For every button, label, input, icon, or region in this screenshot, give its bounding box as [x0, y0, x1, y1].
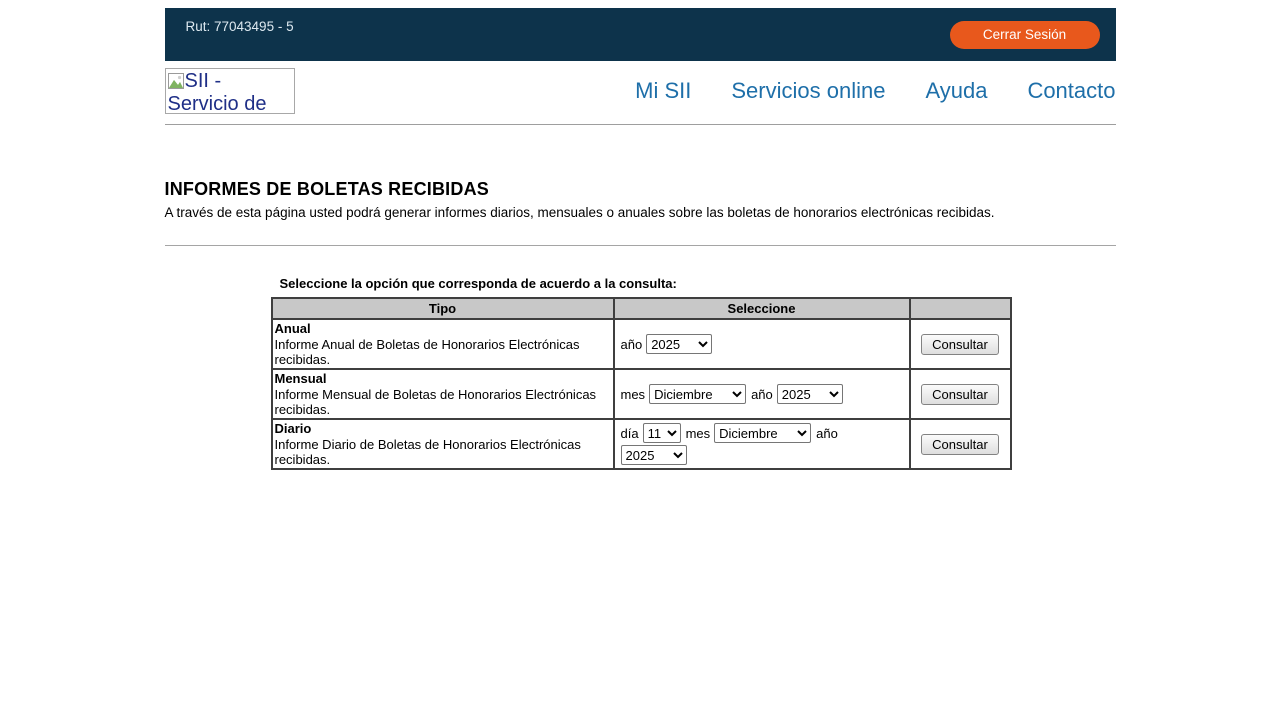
- table-header-row: Tipo Seleccione: [272, 298, 1011, 319]
- page-description: A través de esta página usted podrá gene…: [165, 205, 1116, 220]
- consulta-section: Seleccione la opción que corresponda de …: [271, 276, 1010, 470]
- site-header: SII - Servicio de Mi SII Servicios onlin…: [165, 68, 1116, 114]
- row-description: Informe Anual de Boletas de Honorarios E…: [275, 337, 580, 367]
- column-header-tipo: Tipo: [272, 298, 614, 319]
- table-row-anual: Anual Informe Anual de Boletas de Honora…: [272, 319, 1011, 369]
- mensual-consultar-button[interactable]: Consultar: [921, 384, 999, 405]
- row-type-label: Mensual: [275, 371, 610, 386]
- mensual-year-select[interactable]: 2025: [777, 384, 843, 404]
- page-container: Rut: 77043495 - 5 Cerrar Sesión SII - Se…: [165, 0, 1116, 470]
- table-row-mensual: Mensual Informe Mensual de Boletas de Ho…: [272, 369, 1011, 419]
- page-title: INFORMES DE BOLETAS RECIBIDAS: [165, 179, 1116, 200]
- anio-label: año: [816, 426, 838, 441]
- section-divider: [165, 245, 1116, 246]
- anual-year-select[interactable]: 2025: [646, 334, 712, 354]
- cerrar-sesion-button[interactable]: Cerrar Sesión: [950, 21, 1100, 49]
- row-type-label: Anual: [275, 321, 610, 336]
- table-row-diario: Diario Informe Diario de Boletas de Hono…: [272, 419, 1011, 469]
- anio-label: año: [621, 337, 643, 352]
- anual-consultar-button[interactable]: Consultar: [921, 334, 999, 355]
- header-divider: [165, 124, 1116, 125]
- column-header-seleccione: Seleccione: [614, 298, 910, 319]
- main-content: INFORMES DE BOLETAS RECIBIDAS A través d…: [165, 179, 1116, 470]
- mensual-month-select[interactable]: Diciembre: [649, 384, 746, 404]
- mes-label: mes: [686, 426, 711, 441]
- session-bar: Rut: 77043495 - 5 Cerrar Sesión: [165, 8, 1116, 61]
- anio-label: año: [751, 387, 773, 402]
- rut-label: Rut: 77043495 - 5: [186, 19, 294, 34]
- column-header-empty: [910, 298, 1011, 319]
- broken-image-icon: [168, 73, 184, 89]
- sii-logo-broken-image[interactable]: SII - Servicio de: [165, 68, 295, 114]
- nav-item-mi-sii[interactable]: Mi SII: [635, 78, 691, 104]
- nav-item-ayuda[interactable]: Ayuda: [925, 78, 987, 104]
- table-caption: Seleccione la opción que corresponda de …: [280, 276, 1010, 291]
- row-description: Informe Mensual de Boletas de Honorarios…: [275, 387, 597, 417]
- mes-label: mes: [621, 387, 646, 402]
- dia-label: día: [621, 426, 639, 441]
- nav-item-contacto[interactable]: Contacto: [1027, 78, 1115, 104]
- row-type-label: Diario: [275, 421, 610, 436]
- nav-item-servicios-online[interactable]: Servicios online: [731, 78, 885, 104]
- diario-consultar-button[interactable]: Consultar: [921, 434, 999, 455]
- diario-month-select[interactable]: Diciembre: [714, 423, 811, 443]
- diario-day-select[interactable]: 11: [643, 423, 681, 443]
- diario-year-select[interactable]: 2025: [621, 445, 687, 465]
- row-description: Informe Diario de Boletas de Honorarios …: [275, 437, 581, 467]
- informes-table: Tipo Seleccione Anual Informe Anual de B…: [271, 297, 1012, 470]
- main-nav: Mi SII Servicios online Ayuda Contacto: [635, 78, 1115, 104]
